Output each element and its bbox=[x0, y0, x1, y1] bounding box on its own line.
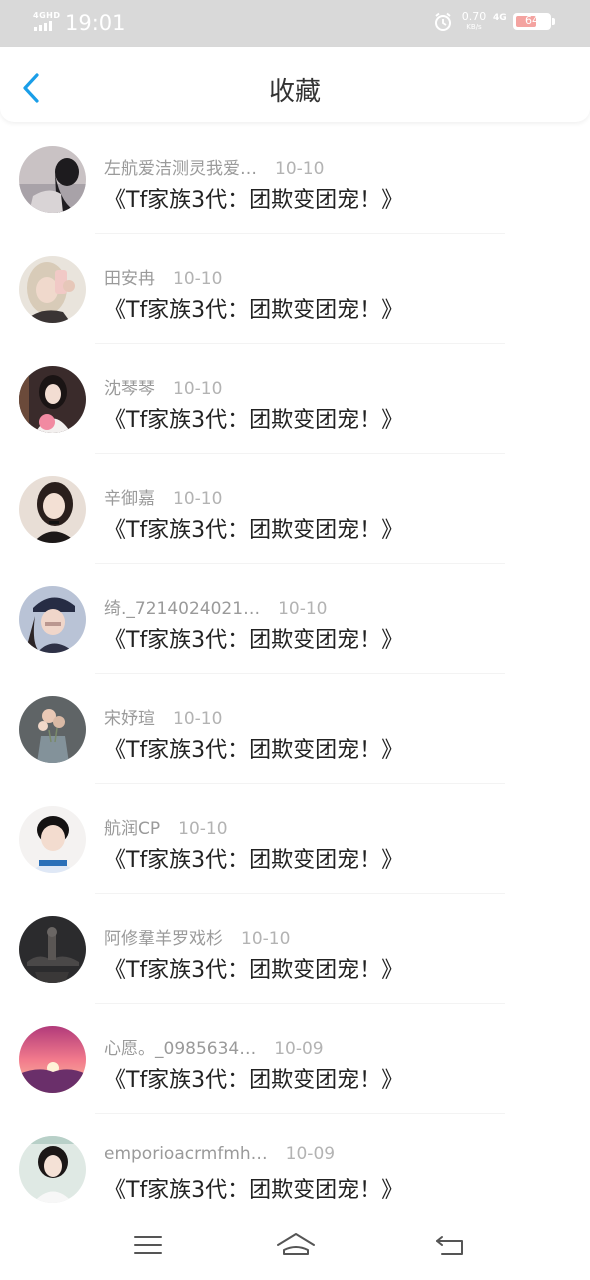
favorite-item[interactable]: 辛御嘉 10-10 《Tf家族3代：团欺变团宠！》 bbox=[0, 454, 590, 564]
avatar[interactable] bbox=[19, 806, 86, 873]
story-title[interactable]: 《Tf家族3代：团欺变团宠！》 bbox=[104, 842, 403, 874]
meta-line: 左航爱洁测灵我爱… 10-10 bbox=[104, 154, 324, 179]
avatar[interactable] bbox=[19, 146, 86, 213]
alarm-icon bbox=[435, 12, 451, 31]
meta-line: 阿修羣羊罗戏杉 10-10 bbox=[104, 924, 290, 949]
author-name[interactable]: 航润CP bbox=[104, 819, 160, 839]
story-title[interactable]: 《Tf家族3代：团欺变团宠！》 bbox=[104, 182, 403, 214]
author-name[interactable]: 绮._7214024021… bbox=[104, 599, 260, 619]
story-title[interactable]: 《Tf家族3代：团欺变团宠！》 bbox=[104, 402, 403, 434]
favorite-date: 10-10 bbox=[173, 379, 223, 399]
author-name[interactable]: 心愿。_0985634… bbox=[104, 1039, 256, 1059]
avatar-image bbox=[19, 476, 86, 543]
menu-icon bbox=[134, 1236, 162, 1254]
author-name[interactable]: emporioacrmfmh… bbox=[104, 1144, 268, 1164]
avatar[interactable] bbox=[19, 696, 86, 763]
story-title[interactable]: 《Tf家族3代：团欺变团宠！》 bbox=[104, 512, 403, 544]
avatar-image bbox=[19, 806, 86, 873]
favorite-item[interactable]: emporioacrmfmh… 10-09 《Tf家族3代：团欺变团宠！》 bbox=[0, 1114, 590, 1214]
author-name[interactable]: 沈琴琴 bbox=[104, 379, 155, 399]
back-icon bbox=[436, 1236, 463, 1255]
status-time: 19:01 bbox=[65, 11, 126, 35]
avatar[interactable] bbox=[19, 586, 86, 653]
author-name[interactable]: 阿修羣羊罗戏杉 bbox=[104, 929, 223, 949]
battery-icon: 64 bbox=[513, 13, 551, 30]
home-icon bbox=[277, 1233, 315, 1255]
network-type: 4G bbox=[493, 13, 507, 23]
signal-icon bbox=[34, 21, 52, 31]
favorite-item[interactable]: 左航爱洁测灵我爱… 10-10 《Tf家族3代：团欺变团宠！》 bbox=[0, 124, 590, 234]
avatar-image bbox=[19, 366, 86, 433]
favorite-date: 10-10 bbox=[278, 599, 328, 619]
favorite-item[interactable]: 宋妤瑄 10-10 《Tf家族3代：团欺变团宠！》 bbox=[0, 674, 590, 784]
favorite-date: 10-10 bbox=[241, 929, 291, 949]
favorite-date: 10-10 bbox=[173, 489, 223, 509]
nav-bar: 收藏 bbox=[0, 47, 590, 122]
author-name[interactable]: 辛御嘉 bbox=[104, 489, 155, 509]
avatar-image bbox=[19, 1136, 86, 1203]
favorite-date: 10-10 bbox=[173, 709, 223, 729]
status-bar: 4GHD 19:01 0.70 KB/s 4G 64 bbox=[0, 0, 590, 47]
author-name[interactable]: 宋妤瑄 bbox=[104, 709, 155, 729]
story-title[interactable]: 《Tf家族3代：团欺变团宠！》 bbox=[104, 732, 403, 764]
favorites-list: 左航爱洁测灵我爱… 10-10 《Tf家族3代：团欺变团宠！》 田安冉 10-10 … bbox=[0, 124, 590, 1214]
speed-unit: KB/s bbox=[466, 23, 482, 31]
network-label: 4GHD bbox=[33, 11, 61, 20]
app-screen: 4GHD 19:01 0.70 KB/s 4G 64 收藏 左航爱洁测灵我爱… … bbox=[0, 0, 590, 1280]
favorite-date: 10-10 bbox=[178, 819, 228, 839]
favorite-item[interactable]: 心愿。_0985634… 10-09 《Tf家族3代：团欺变团宠！》 bbox=[0, 1004, 590, 1114]
avatar-image bbox=[19, 146, 86, 213]
back-nav-button[interactable] bbox=[433, 1230, 467, 1260]
favorite-date: 10-10 bbox=[173, 269, 223, 289]
favorite-item[interactable]: 航润CP 10-10 《Tf家族3代：团欺变团宠！》 bbox=[0, 784, 590, 894]
favorite-item[interactable]: 绮._7214024021… 10-10 《Tf家族3代：团欺变团宠！》 bbox=[0, 564, 590, 674]
avatar-image bbox=[19, 696, 86, 763]
author-name[interactable]: 左航爱洁测灵我爱… bbox=[104, 159, 257, 179]
avatar-image bbox=[19, 586, 86, 653]
story-title[interactable]: 《Tf家族3代：团欺变团宠！》 bbox=[104, 292, 403, 324]
meta-line: 沈琴琴 10-10 bbox=[104, 374, 222, 399]
system-nav-bar bbox=[0, 1214, 590, 1280]
meta-line: 田安冉 10-10 bbox=[104, 264, 222, 289]
favorite-date: 10-10 bbox=[275, 159, 325, 179]
menu-button[interactable] bbox=[131, 1230, 165, 1260]
favorite-item[interactable]: 田安冉 10-10 《Tf家族3代：团欺变团宠！》 bbox=[0, 234, 590, 344]
avatar[interactable] bbox=[19, 1026, 86, 1093]
page-title: 收藏 bbox=[268, 77, 321, 107]
meta-line: 绮._7214024021… 10-10 bbox=[104, 594, 327, 619]
story-title[interactable]: 《Tf家族3代：团欺变团宠！》 bbox=[104, 952, 403, 984]
home-button[interactable] bbox=[276, 1230, 316, 1260]
avatar-image bbox=[19, 1026, 86, 1093]
avatar-image bbox=[19, 916, 86, 983]
meta-line: 辛御嘉 10-10 bbox=[104, 484, 222, 509]
author-name[interactable]: 田安冉 bbox=[104, 269, 155, 289]
meta-line: emporioacrmfmh… 10-09 bbox=[104, 1144, 335, 1164]
story-title[interactable]: 《Tf家族3代：团欺变团宠！》 bbox=[104, 1062, 403, 1094]
battery-level: 64 bbox=[525, 14, 539, 27]
avatar[interactable] bbox=[19, 476, 86, 543]
meta-line: 心愿。_0985634… 10-09 bbox=[104, 1034, 324, 1059]
meta-line: 宋妤瑄 10-10 bbox=[104, 704, 222, 729]
story-title[interactable]: 《Tf家族3代：团欺变团宠！》 bbox=[104, 622, 403, 654]
favorite-date: 10-09 bbox=[285, 1144, 336, 1164]
network-speed: 0.70 KB/s bbox=[458, 11, 490, 33]
speed-value: 0.70 bbox=[461, 10, 487, 23]
avatar[interactable] bbox=[19, 256, 86, 323]
avatar[interactable] bbox=[19, 916, 86, 983]
favorite-item[interactable]: 沈琴琴 10-10 《Tf家族3代：团欺变团宠！》 bbox=[0, 344, 590, 454]
story-title[interactable]: 《Tf家族3代：团欺变团宠！》 bbox=[104, 1172, 403, 1204]
favorite-date: 10-09 bbox=[274, 1039, 324, 1059]
avatar[interactable] bbox=[19, 366, 86, 433]
favorite-item[interactable]: 阿修羣羊罗戏杉 10-10 《Tf家族3代：团欺变团宠！》 bbox=[0, 894, 590, 1004]
avatar-image bbox=[19, 256, 86, 323]
meta-line: 航润CP 10-10 bbox=[104, 814, 228, 839]
avatar[interactable] bbox=[19, 1136, 86, 1203]
battery-tip bbox=[552, 18, 555, 25]
